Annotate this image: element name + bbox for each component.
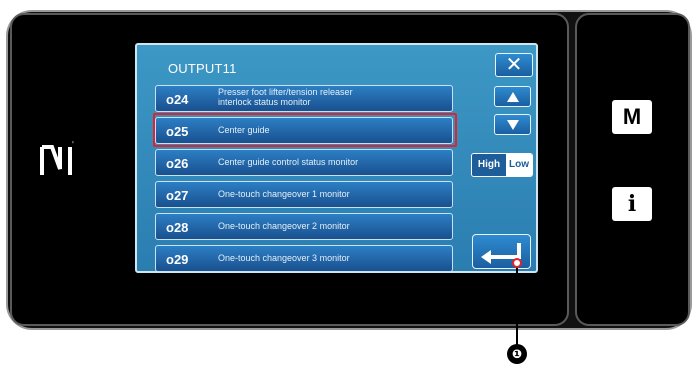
item-code: o29 — [166, 252, 189, 267]
list-item-o26[interactable]: o26 Center guide control status monitor — [155, 149, 453, 176]
m-button[interactable]: M — [612, 100, 652, 134]
svg-text:™: ™ — [71, 141, 74, 148]
selection-highlight — [153, 113, 457, 147]
item-description: One-touch changeover 2 monitor — [218, 221, 350, 231]
item-code: o28 — [166, 220, 189, 235]
output-screen: OUTPUT11 ✕ o24 Presser foot lifter/tensi… — [135, 43, 538, 273]
item-code: o26 — [166, 156, 189, 171]
item-description: Center guide control status monitor — [218, 157, 359, 167]
item-code: o24 — [166, 92, 189, 107]
callout-leader-line — [516, 262, 518, 346]
item-description: Presser foot lifter/tension releaser int… — [218, 87, 353, 107]
scroll-up-button[interactable] — [494, 86, 531, 107]
side-panel — [575, 13, 690, 326]
enter-button[interactable] — [472, 234, 531, 269]
enter-icon — [481, 243, 521, 264]
list-item-o29[interactable]: o29 One-touch changeover 3 monitor — [155, 245, 453, 272]
high-low-toggle[interactable]: High Low — [471, 153, 533, 177]
item-description: One-touch changeover 3 monitor — [218, 253, 350, 263]
list-item-o28[interactable]: o28 One-touch changeover 2 monitor — [155, 213, 453, 240]
close-button[interactable]: ✕ — [495, 53, 533, 77]
item-code: o27 — [166, 188, 189, 203]
callout-leader-dot — [512, 258, 522, 268]
list-item-o24[interactable]: o24 Presser foot lifter/tension releaser… — [155, 85, 453, 112]
scroll-down-button[interactable] — [494, 114, 531, 135]
info-button[interactable]: i — [612, 187, 652, 221]
screen-title: OUTPUT11 — [168, 61, 237, 76]
scroll-down-icon — [507, 120, 519, 130]
item-description: One-touch changeover 1 monitor — [218, 189, 350, 199]
high-option[interactable]: High — [472, 154, 506, 176]
low-option[interactable]: Low — [506, 154, 532, 176]
scroll-up-icon — [507, 92, 519, 102]
callout-number: ❶ — [507, 344, 527, 364]
list-item-o27[interactable]: o27 One-touch changeover 1 monitor — [155, 181, 453, 208]
nfc-icon: ™ — [40, 141, 74, 175]
